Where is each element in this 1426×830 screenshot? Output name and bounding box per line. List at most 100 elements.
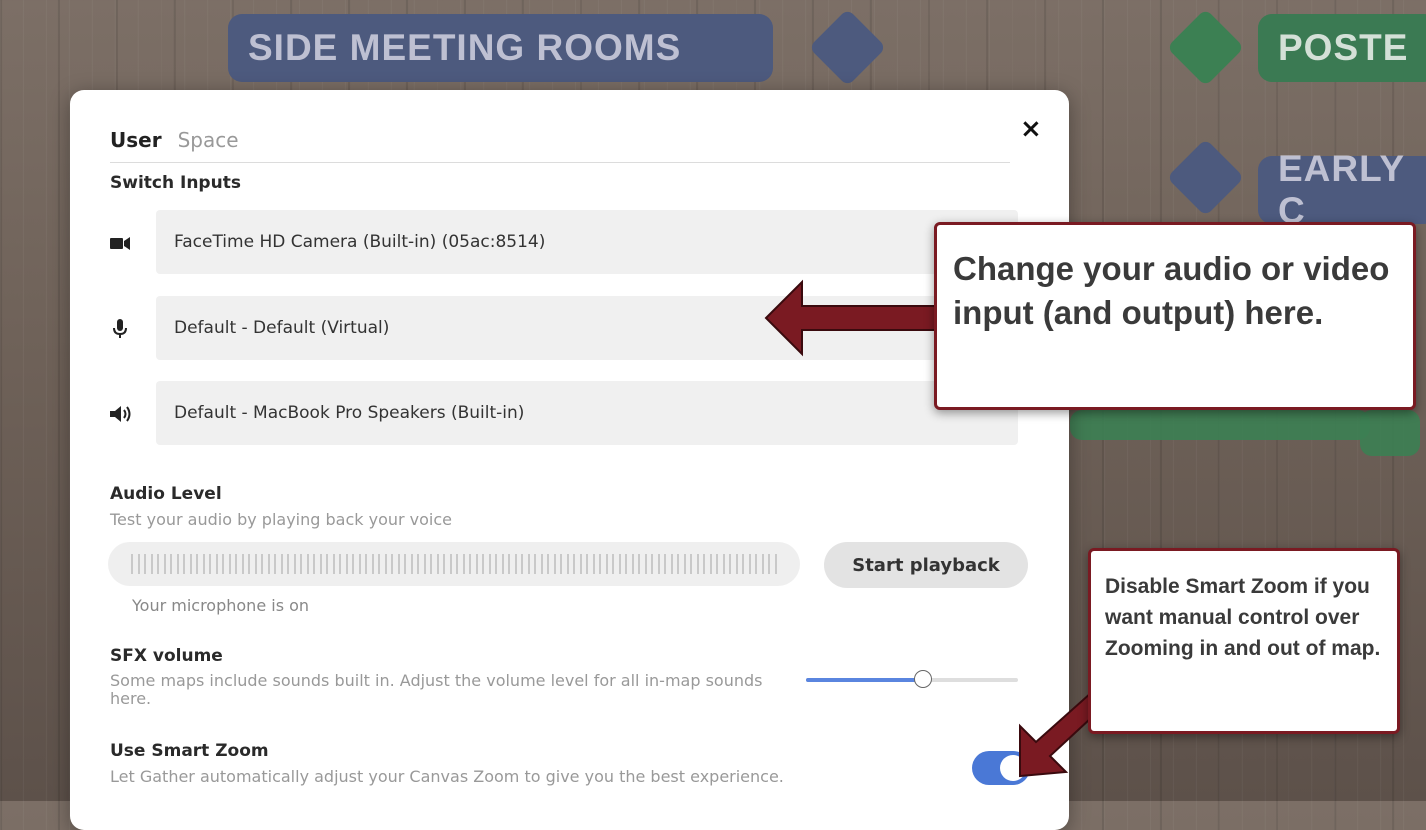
level-tick [501, 554, 504, 574]
level-tick [417, 554, 420, 574]
switch-inputs-title: Switch Inputs [110, 173, 241, 193]
level-tick [592, 554, 595, 574]
settings-modal: User Space × Switch Inputs FaceTime HD C… [70, 90, 1069, 830]
level-tick [579, 554, 582, 574]
level-tick [540, 554, 543, 574]
level-tick [631, 554, 634, 574]
video-camera-icon [110, 237, 130, 250]
sfx-volume-slider[interactable] [806, 670, 1018, 690]
callout-arrow-inputs [764, 279, 949, 357]
level-tick [553, 554, 556, 574]
level-tick [716, 554, 719, 574]
level-tick [469, 554, 472, 574]
audio-level-title: Audio Level [110, 484, 222, 504]
level-tick [735, 554, 738, 574]
level-tick [352, 554, 355, 574]
level-tick [729, 554, 732, 574]
slider-thumb[interactable] [913, 670, 932, 688]
level-tick [612, 554, 615, 574]
bg-sign-poster: POSTE [1258, 14, 1426, 82]
audio-level-meter [108, 542, 800, 586]
level-tick [137, 554, 140, 574]
level-tick [287, 554, 290, 574]
level-tick [293, 554, 296, 574]
level-tick [768, 554, 771, 574]
level-tick [664, 554, 667, 574]
level-tick [345, 554, 348, 574]
level-tick [222, 554, 225, 574]
level-tick [280, 554, 283, 574]
level-tick [365, 554, 368, 574]
level-tick [391, 554, 394, 574]
level-tick [449, 554, 452, 574]
level-tick [358, 554, 361, 574]
level-tick [157, 554, 160, 574]
level-tick [202, 554, 205, 574]
level-tick [560, 554, 563, 574]
level-tick [677, 554, 680, 574]
level-tick [150, 554, 153, 574]
level-tick [462, 554, 465, 574]
start-playback-button[interactable]: Start playback [824, 542, 1028, 588]
level-tick [228, 554, 231, 574]
bg-sign-side-meeting-rooms: SIDE MEETING ROOMS [228, 14, 773, 82]
level-tick [248, 554, 251, 574]
level-tick [215, 554, 218, 574]
level-tick [339, 554, 342, 574]
audio-level-description: Test your audio by playing back your voi… [110, 510, 453, 529]
level-tick [742, 554, 745, 574]
level-tick [326, 554, 329, 574]
level-tick [644, 554, 647, 574]
microphone-status: Your microphone is on [132, 596, 310, 615]
level-tick [599, 554, 602, 574]
speaker-select[interactable]: Default - MacBook Pro Speakers (Built-in… [156, 381, 1018, 445]
callout-smart-zoom: Disable Smart Zoom if you want manual co… [1088, 548, 1400, 734]
level-tick [774, 554, 777, 574]
level-tick [209, 554, 212, 574]
level-tick [306, 554, 309, 574]
level-tick [196, 554, 199, 574]
level-tick [534, 554, 537, 574]
level-tick [566, 554, 569, 574]
level-tick [605, 554, 608, 574]
level-tick [755, 554, 758, 574]
level-tick [176, 554, 179, 574]
level-tick [443, 554, 446, 574]
level-tick [274, 554, 277, 574]
level-tick [319, 554, 322, 574]
bg-green-block-2 [1360, 410, 1420, 456]
speaker-icon [110, 406, 131, 422]
bg-sign-early: EARLY C [1258, 148, 1426, 231]
level-tick [313, 554, 316, 574]
close-icon[interactable]: × [1020, 114, 1042, 144]
level-tick [521, 554, 524, 574]
level-tick [683, 554, 686, 574]
level-tick [384, 554, 387, 574]
callout-inputs: Change your audio or video input (and ou… [934, 222, 1416, 410]
level-tick [371, 554, 374, 574]
tab-user[interactable]: User [110, 128, 162, 152]
level-tick [254, 554, 257, 574]
camera-select[interactable]: FaceTime HD Camera (Built-in) (05ac:8514… [156, 210, 1018, 274]
level-tick [690, 554, 693, 574]
level-tick [573, 554, 576, 574]
level-tick [651, 554, 654, 574]
level-tick [495, 554, 498, 574]
level-tick [475, 554, 478, 574]
camera-input-row: FaceTime HD Camera (Built-in) (05ac:8514… [108, 210, 1018, 274]
level-tick [722, 554, 725, 574]
level-tick [696, 554, 699, 574]
level-tick [332, 554, 335, 574]
level-tick [300, 554, 303, 574]
level-tick [170, 554, 173, 574]
level-tick [436, 554, 439, 574]
level-tick [241, 554, 244, 574]
level-tick [488, 554, 491, 574]
level-tick [163, 554, 166, 574]
level-tick [657, 554, 660, 574]
level-tick [456, 554, 459, 574]
tab-space[interactable]: Space [178, 128, 239, 152]
level-tick [131, 554, 134, 574]
bg-green-block [1070, 410, 1370, 440]
bg-chevron-blue-2 [1166, 138, 1245, 217]
